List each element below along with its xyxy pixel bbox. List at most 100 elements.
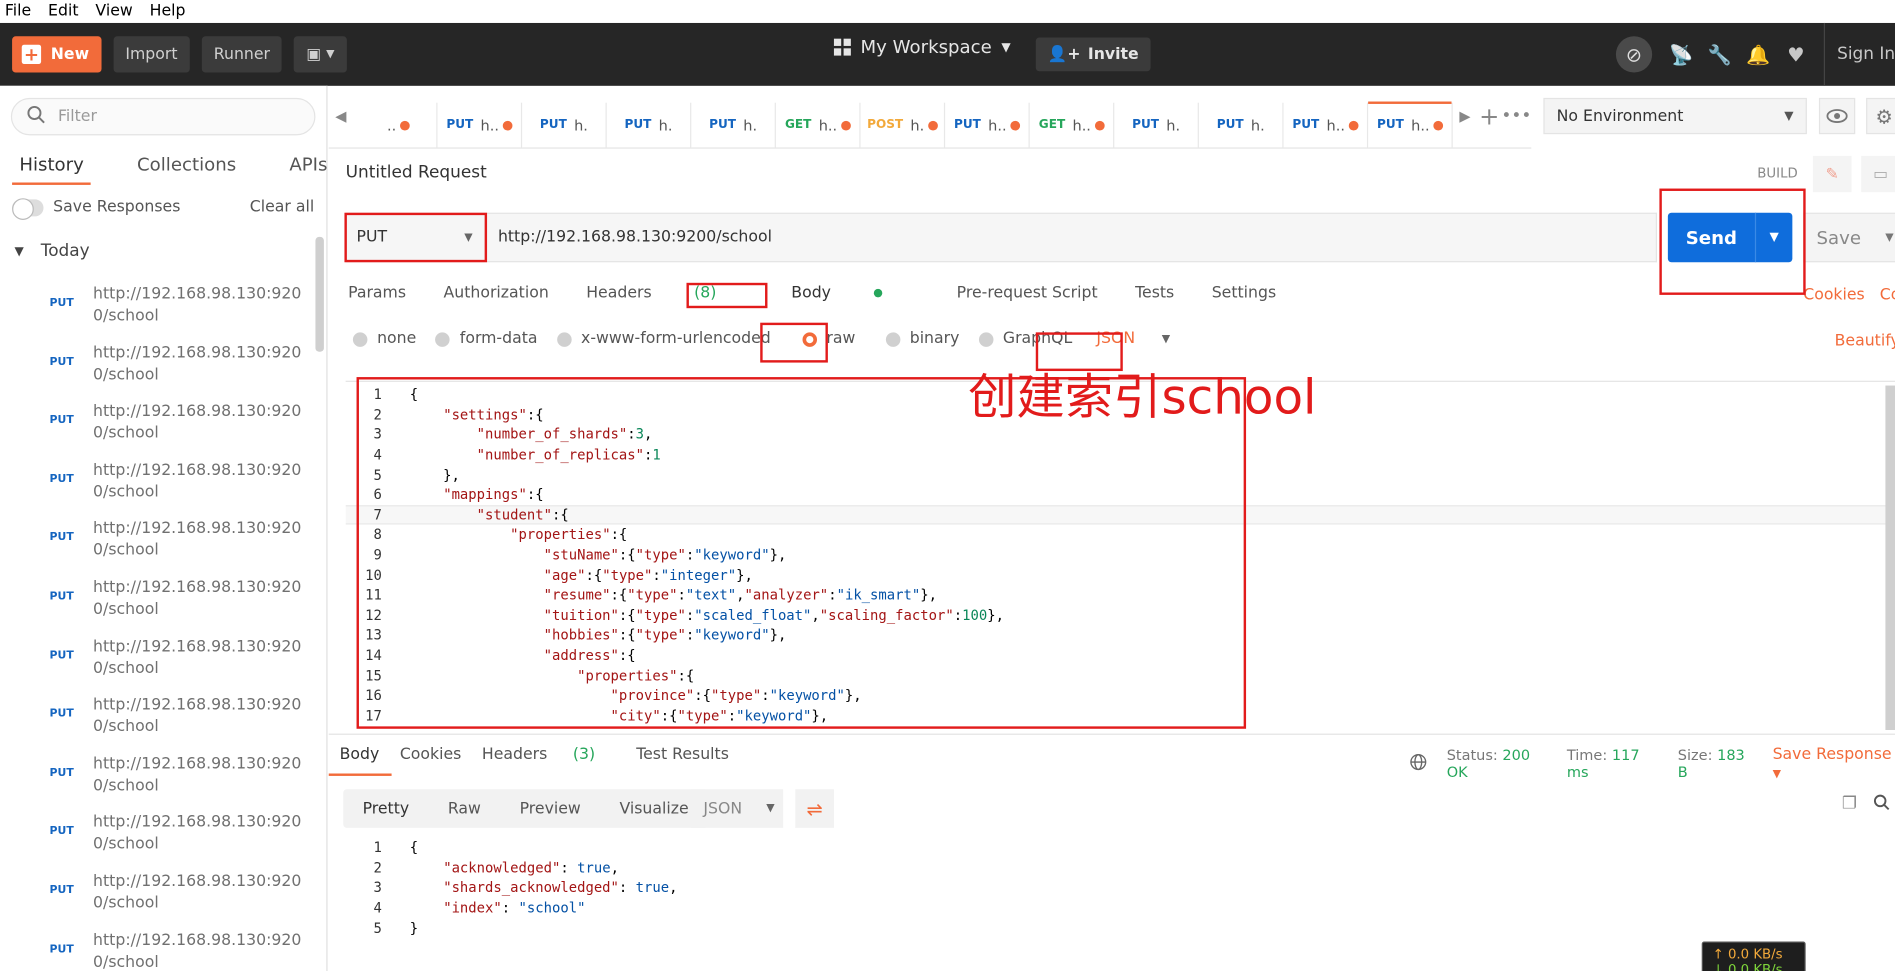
wrap-lines-icon[interactable]: ⇌ xyxy=(795,789,834,828)
tabs-scroll-left-icon[interactable]: ◀ xyxy=(329,85,353,148)
search-input[interactable]: Filter xyxy=(10,97,316,136)
sidebar-scrollbar[interactable] xyxy=(315,236,324,352)
request-tab[interactable]: GET h.. xyxy=(1030,102,1115,148)
body-type-none[interactable]: none xyxy=(352,330,416,348)
workspace-switcher[interactable]: My Workspace ▼ xyxy=(833,36,1011,58)
menu-help[interactable]: Help xyxy=(150,2,186,20)
runner-button[interactable]: Runner xyxy=(201,36,283,73)
gear-icon[interactable]: ⚙ xyxy=(1866,97,1895,135)
list-item[interactable]: PUT http://192.168.98.130:9200/school xyxy=(0,280,317,339)
response-headers-count: (3) xyxy=(572,745,596,764)
environment-select[interactable]: No Environment ▼ xyxy=(1543,97,1807,135)
list-item[interactable]: PUT http://192.168.98.130:9200/school xyxy=(0,515,317,574)
tab-authorization[interactable]: Authorization xyxy=(444,284,549,302)
list-item[interactable]: PUT http://192.168.98.130:9200/school xyxy=(0,868,317,927)
code-token: : xyxy=(618,879,636,897)
request-tab[interactable]: PUT h.. xyxy=(945,102,1030,148)
response-format-select[interactable]: JSON ▼ xyxy=(691,789,784,828)
request-tab[interactable]: PUT h. xyxy=(1199,102,1284,148)
history-method: PUT xyxy=(49,943,74,956)
list-item[interactable]: PUT http://192.168.98.130:9200/school xyxy=(0,398,317,457)
list-item[interactable]: PUT http://192.168.98.130:9200/school xyxy=(0,633,317,692)
save-responses-toggle[interactable] xyxy=(12,197,44,220)
code-link[interactable]: Code xyxy=(1880,286,1895,304)
list-item[interactable]: PUT http://192.168.98.130:9200/school xyxy=(0,339,317,398)
tab-history[interactable]: History xyxy=(0,149,92,185)
more-tabs-icon[interactable]: ••• xyxy=(1501,85,1531,148)
tab-apis[interactable]: APIs xyxy=(270,149,327,185)
list-item[interactable]: PUT http://192.168.98.130:9200/school xyxy=(0,750,317,809)
list-item[interactable]: PUT http://192.168.98.130:9200/school xyxy=(0,809,317,868)
url-input[interactable]: http://192.168.98.130:9200/school xyxy=(485,212,1657,263)
comments-icon[interactable]: ▭ xyxy=(1861,155,1895,193)
environment-quick-look-icon[interactable] xyxy=(1818,97,1856,135)
tab-label: h. xyxy=(658,116,673,134)
view-preview[interactable]: Preview xyxy=(500,799,600,817)
copy-icon[interactable]: ❐ xyxy=(1842,794,1857,813)
new-tab-icon[interactable]: + xyxy=(1477,85,1501,148)
list-item[interactable]: PUT http://192.168.98.130:9200/school xyxy=(0,926,317,971)
menu-edit[interactable]: Edit xyxy=(48,2,78,20)
invite-button[interactable]: 👤+ Invite xyxy=(1035,37,1151,72)
editor-scrollbar[interactable] xyxy=(1885,385,1895,730)
clear-all-button[interactable]: Clear all xyxy=(250,198,314,216)
search-icon[interactable] xyxy=(1873,794,1890,816)
menu-file[interactable]: File xyxy=(5,2,31,20)
beautify-button[interactable]: Beautify xyxy=(1835,332,1895,350)
cookies-link[interactable]: Cookies Code xyxy=(1803,286,1895,304)
workspace-grid-icon xyxy=(833,38,851,56)
sync-icon[interactable]: ⊘ xyxy=(1615,36,1653,73)
request-tab[interactable]: PUT h.. xyxy=(1284,102,1369,148)
globe-icon[interactable] xyxy=(1409,753,1427,775)
tab-settings[interactable]: Settings xyxy=(1212,284,1276,302)
response-body-viewer[interactable]: 1{2 "acknowledged": true, 3 "shards_ackno… xyxy=(346,838,678,938)
menu-view[interactable]: View xyxy=(95,2,132,20)
tab-body[interactable]: Body xyxy=(791,284,919,302)
save-response-button[interactable]: Save Response ▼ xyxy=(1773,746,1895,782)
list-item[interactable]: PUT http://192.168.98.130:9200/school xyxy=(0,457,317,516)
view-raw[interactable]: Raw xyxy=(429,799,501,817)
list-item[interactable]: PUT http://192.168.98.130:9200/school xyxy=(0,692,317,751)
tab-response-cookies[interactable]: Cookies xyxy=(400,746,462,764)
import-button[interactable]: Import xyxy=(113,36,190,73)
tabs-scroll-right-icon[interactable]: ▶ xyxy=(1453,85,1477,148)
unsaved-dot-icon xyxy=(1348,120,1359,130)
size-label: Size: xyxy=(1677,746,1713,764)
request-tab[interactable]: PUT h.. xyxy=(438,102,523,148)
history-method: PUT xyxy=(49,414,74,427)
new-button[interactable]: + New xyxy=(12,36,102,73)
notification-bell-icon[interactable]: 🔔 xyxy=(1746,43,1770,66)
tab-params[interactable]: Params xyxy=(348,284,406,302)
tab-method: PUT xyxy=(953,118,981,132)
tab-response-body[interactable]: Body xyxy=(328,746,392,776)
body-type-binary[interactable]: binary xyxy=(885,330,959,348)
request-tab[interactable]: PUT h. xyxy=(607,102,692,148)
tab-method: PUT xyxy=(446,118,474,132)
response-status-bar: Status: 200 OK Time: 117 ms Size: 183 B … xyxy=(1409,746,1895,782)
heart-icon[interactable]: ♥ xyxy=(1785,43,1807,66)
request-tab[interactable]: PUT h. xyxy=(522,102,607,148)
new-window-button[interactable]: ▣ ▼ xyxy=(294,36,347,73)
history-group-today[interactable]: ▼ Today xyxy=(15,242,90,261)
tab-test-results[interactable]: Test Results xyxy=(636,746,729,764)
request-tab[interactable]: .. xyxy=(353,102,438,148)
view-pretty[interactable]: Pretty xyxy=(343,799,428,817)
tab-prerequest-script[interactable]: Pre-request Script xyxy=(957,284,1098,302)
request-tab[interactable]: POST h. xyxy=(861,102,946,148)
history-url: http://192.168.98.130:9200/school xyxy=(93,637,302,678)
list-item[interactable]: PUT http://192.168.98.130:9200/school xyxy=(0,574,317,633)
body-type-form-data[interactable]: form-data xyxy=(435,330,538,348)
request-tab[interactable]: PUT h. xyxy=(1114,102,1200,148)
tab-collections[interactable]: Collections xyxy=(118,149,236,185)
edit-pencil-icon[interactable]: ✎ xyxy=(1812,155,1852,193)
body-type-urlencoded[interactable]: x-www-form-urlencoded xyxy=(556,330,771,348)
request-tab[interactable]: PUT h.. xyxy=(1368,101,1453,148)
request-tab[interactable]: GET h.. xyxy=(776,102,861,148)
tab-response-headers[interactable]: Headers (3) xyxy=(482,746,616,764)
request-tab[interactable]: PUT h. xyxy=(691,102,777,148)
tab-tests[interactable]: Tests xyxy=(1135,284,1174,302)
interceptor-icon[interactable]: 📡 xyxy=(1669,43,1693,66)
settings-wrench-icon[interactable]: 🔧 xyxy=(1708,43,1732,66)
save-button[interactable]: Save ▼ xyxy=(1803,212,1895,263)
sign-in-button[interactable]: Sign In xyxy=(1823,22,1895,86)
